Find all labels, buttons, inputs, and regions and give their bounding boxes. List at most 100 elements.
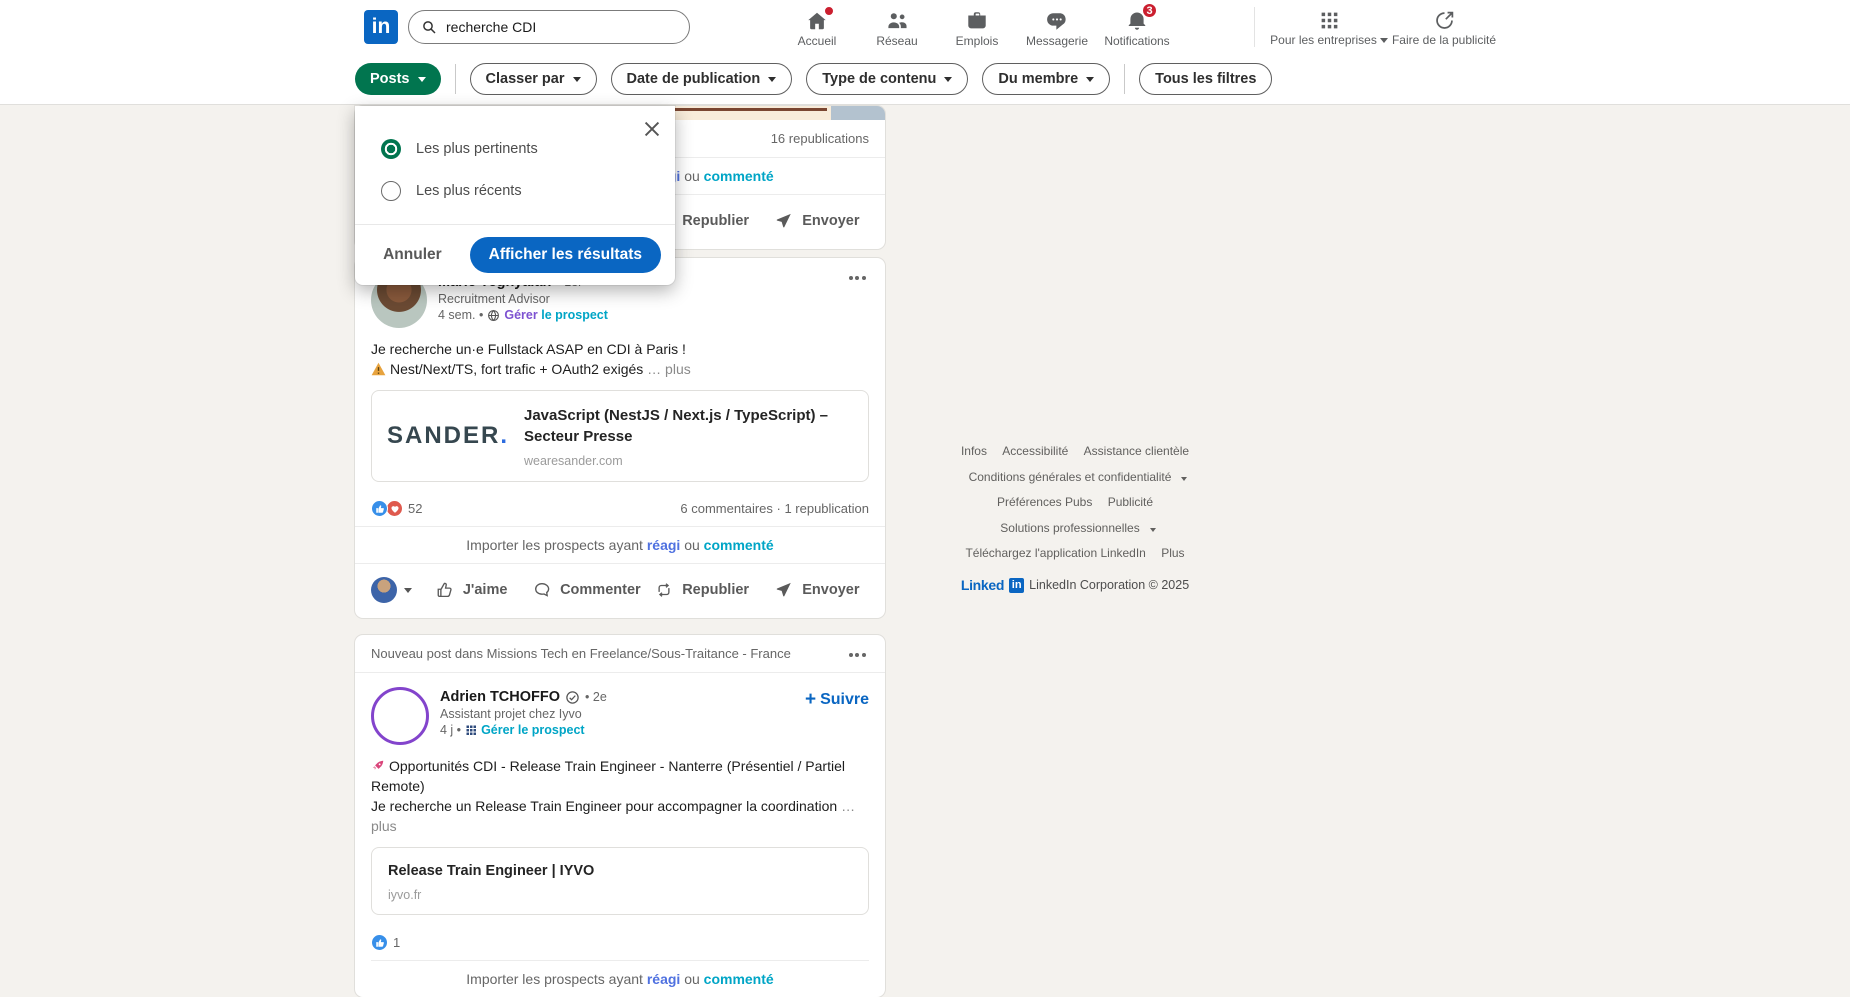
send-button[interactable]: Envoyer xyxy=(760,199,875,243)
manage-prospect-link[interactable]: Gérer le prospect xyxy=(481,723,585,737)
reactions-count[interactable]: 1 xyxy=(355,924,885,960)
overflow-menu-icon[interactable] xyxy=(841,643,873,667)
search-box[interactable] xyxy=(408,10,690,44)
repost-button[interactable]: Republier xyxy=(645,568,760,612)
globe-icon xyxy=(487,309,500,322)
post-text-line1: Je recherche un·e Fullstack ASAP en CDI … xyxy=(371,339,869,359)
comments-reposts-count[interactable]: 6 commentaires · 1 republication xyxy=(680,501,869,516)
commented-link[interactable]: commenté xyxy=(704,168,774,184)
overflow-menu-icon[interactable] xyxy=(841,266,873,290)
send-button[interactable]: Envoyer xyxy=(760,568,875,612)
nav-network-label: Réseau xyxy=(876,34,917,48)
nav-home-label: Accueil xyxy=(798,34,837,48)
avatar[interactable] xyxy=(371,577,397,603)
send-icon xyxy=(775,581,793,599)
filter-posts-label: Posts xyxy=(370,71,410,87)
filter-content-type-pill[interactable]: Type de contenu xyxy=(806,63,968,95)
chevron-down-icon xyxy=(768,77,776,82)
like-label: J'aime xyxy=(463,582,508,598)
notifications-badge: 3 xyxy=(1141,2,1158,19)
linkedin-logo[interactable]: in xyxy=(364,10,398,44)
repost-icon xyxy=(655,581,673,599)
footer-link-business-solutions[interactable]: Solutions professionnelles xyxy=(1000,521,1139,535)
grid-icon xyxy=(465,724,477,736)
footer-link-more[interactable]: Plus xyxy=(1161,546,1184,560)
linkedin-wordmark: Linked xyxy=(961,577,1004,593)
love-reaction-icon xyxy=(386,500,403,517)
comment-button[interactable]: Commenter xyxy=(529,568,644,612)
chevron-down-icon xyxy=(1181,477,1187,481)
sort-option-most-recent[interactable]: Les plus récents xyxy=(355,170,675,212)
chevron-down-icon xyxy=(573,77,581,82)
republications-count[interactable]: 16 republications xyxy=(771,131,869,146)
shared-link-card[interactable]: Release Train Engineer | IYVO iyvo.fr xyxy=(371,847,869,915)
shared-link-card[interactable]: SANDER. JavaScript (NestJS / Next.js / T… xyxy=(371,390,869,482)
rocket-icon xyxy=(371,759,385,773)
cancel-button[interactable]: Annuler xyxy=(383,246,442,264)
footer-link-get-app[interactable]: Téléchargez l'application LinkedIn xyxy=(965,546,1145,560)
close-icon[interactable] xyxy=(641,118,663,140)
link-card-domain: wearesander.com xyxy=(524,454,850,468)
footer-link-about[interactable]: Infos xyxy=(961,444,987,458)
chevron-down-icon xyxy=(944,77,952,82)
for-business-menu[interactable]: Pour les entreprises xyxy=(1265,0,1393,54)
warning-icon xyxy=(371,362,386,376)
footer-link-terms-privacy[interactable]: Conditions générales et confidentialité xyxy=(969,470,1172,484)
or-text: ou xyxy=(684,971,700,987)
import-prospects-text: Importer les prospects ayant xyxy=(466,971,643,987)
main-nav: Accueil Réseau Emplois Messagerie 3 Noti… xyxy=(777,0,1177,54)
nav-notifications[interactable]: 3 Notifications xyxy=(1097,0,1177,54)
sort-option-most-relevant[interactable]: Les plus pertinents xyxy=(355,128,675,170)
filter-date-pill[interactable]: Date de publication xyxy=(611,63,793,95)
link-card-domain: iyvo.fr xyxy=(388,888,852,902)
see-more-link[interactable]: … plus xyxy=(647,361,691,377)
grid-icon xyxy=(1319,10,1340,31)
search-input[interactable] xyxy=(446,19,677,35)
show-results-button[interactable]: Afficher les résultats xyxy=(470,237,661,273)
import-prospects-text: Importer les prospects ayant xyxy=(466,537,643,553)
link-card-title: JavaScript (NestJS / Next.js / TypeScrip… xyxy=(524,405,850,447)
advertise-label: Faire de la publicité xyxy=(1392,33,1496,47)
footer-link-help[interactable]: Assistance clientèle xyxy=(1084,444,1189,458)
radio-selected-icon xyxy=(381,139,401,159)
post-context-text: Nouveau post dans Missions Tech en Freel… xyxy=(371,646,791,661)
commented-link[interactable]: commenté xyxy=(704,537,774,553)
filter-all-filters-label: Tous les filtres xyxy=(1155,71,1256,87)
author-name[interactable]: Adrien TCHOFFO xyxy=(440,689,560,705)
filter-divider xyxy=(455,64,456,94)
manage-prospect-link[interactable]: Gérer le prospect xyxy=(504,308,608,322)
post-age: 4 j • xyxy=(440,723,461,737)
comment-label: Commenter xyxy=(560,582,641,598)
filter-from-member-pill[interactable]: Du membre xyxy=(982,63,1110,95)
post-text: Opportunités CDI - Release Train Enginee… xyxy=(355,745,885,836)
filter-posts-pill[interactable]: Posts xyxy=(355,63,441,95)
reacted-link[interactable]: réagi xyxy=(647,971,680,987)
author-headline: Recruitment Advisor xyxy=(438,292,608,306)
reacted-link[interactable]: réagi xyxy=(647,537,680,553)
footer-link-accessibility[interactable]: Accessibilité xyxy=(1002,444,1068,458)
nav-jobs[interactable]: Emplois xyxy=(937,0,1017,54)
footer-link-ad-choices[interactable]: Préférences Pubs xyxy=(997,495,1092,509)
verified-badge-icon xyxy=(565,690,580,705)
sander-logo: SANDER. xyxy=(372,422,524,450)
nav-network[interactable]: Réseau xyxy=(857,0,937,54)
chevron-down-icon xyxy=(418,77,426,82)
like-reaction-icon xyxy=(371,934,388,951)
filter-sort-pill[interactable]: Classer par xyxy=(470,63,597,95)
chevron-down-icon[interactable] xyxy=(404,588,412,593)
commented-link[interactable]: commenté xyxy=(704,971,774,987)
advertise-link[interactable]: Faire de la publicité xyxy=(1378,0,1510,54)
briefcase-icon xyxy=(966,10,988,32)
post-age: 4 sem. • xyxy=(438,308,483,322)
follow-button[interactable]: + Suivre xyxy=(805,689,869,711)
footer-link-advertising[interactable]: Publicité xyxy=(1108,495,1153,509)
reactions-count[interactable]: 52 xyxy=(371,500,422,517)
advertise-icon xyxy=(1434,10,1455,31)
like-button[interactable]: J'aime xyxy=(414,568,529,612)
messaging-icon xyxy=(1046,10,1068,32)
nav-home[interactable]: Accueil xyxy=(777,0,857,54)
reaction-count-label: 52 xyxy=(408,501,422,516)
post-text: Je recherche un·e Fullstack ASAP en CDI … xyxy=(355,328,885,379)
filter-all-filters-pill[interactable]: Tous les filtres xyxy=(1139,63,1272,95)
nav-messaging[interactable]: Messagerie xyxy=(1017,0,1097,54)
